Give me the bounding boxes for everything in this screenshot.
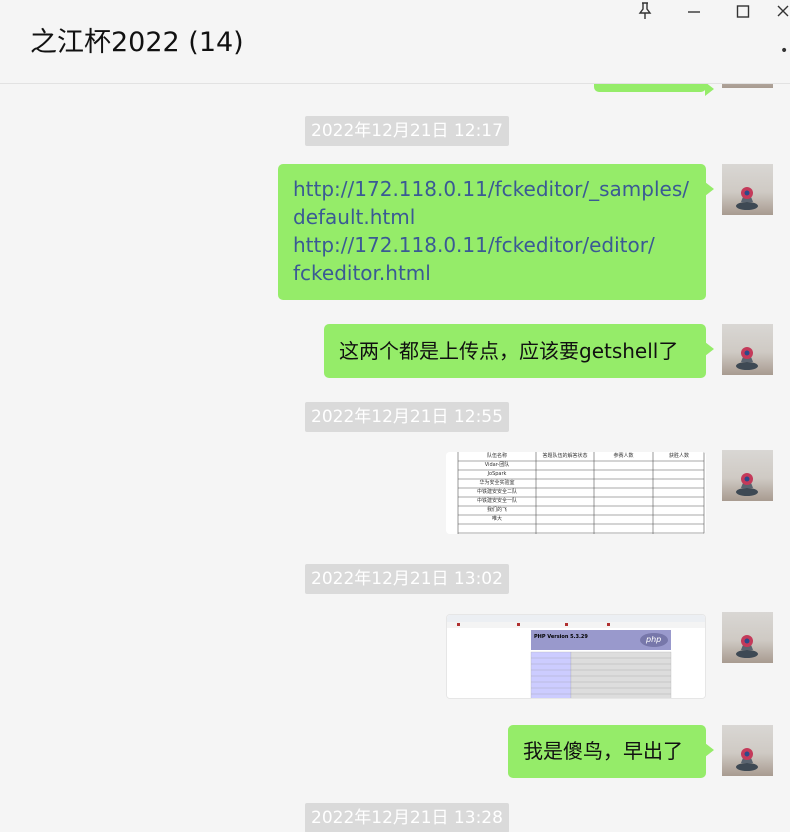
avatar[interactable] — [722, 324, 773, 375]
phpinfo-banner: PHP Version 5.3.29 — [534, 634, 588, 640]
table-cell: 中铁建安安全二队 — [476, 489, 517, 495]
avatar[interactable] — [722, 612, 773, 663]
message-bubble-previous[interactable] — [594, 84, 714, 96]
avatar[interactable] — [722, 450, 773, 501]
table-cell: 唯大 — [491, 516, 502, 522]
message-text: 我是傻鸟，早出了 — [523, 739, 683, 763]
chat-header: 之江杯2022 (14) • — [0, 0, 790, 84]
message-bubble-links[interactable]: http://172.118.0.11/fckeditor/_samples/ … — [278, 164, 714, 300]
timestamp: 2022年12月21日 12:17 — [305, 116, 509, 146]
table-header-cell: 获胜人数 — [668, 453, 689, 459]
table-cell: JoSpark — [487, 471, 507, 477]
maximize-icon[interactable] — [729, 0, 757, 22]
image-message-table[interactable]: 队伍名称 Vidar-团队 JoSpark 华为安全实验室 中铁建安安全二队 中… — [446, 452, 706, 534]
table-header-cell: 答题队伍的解答状态 — [542, 453, 588, 459]
pin-icon[interactable] — [631, 0, 659, 22]
chat-title: 之江杯2022 (14) — [30, 27, 244, 58]
table-cell: 中铁建安安全一队 — [476, 498, 517, 504]
message-bubble-text[interactable]: 我是傻鸟，早出了 — [508, 725, 714, 778]
message-bubble-text[interactable]: 这两个都是上传点，应该要getshell了 — [324, 324, 714, 378]
message-link[interactable]: default.html — [293, 203, 706, 231]
message-text: 这两个都是上传点，应该要getshell了 — [339, 339, 679, 363]
phpinfo-image — [447, 615, 705, 698]
minimize-icon[interactable] — [680, 0, 708, 22]
table-header-cell: 队伍名称 — [486, 453, 507, 459]
message-link[interactable]: fckeditor.html — [293, 259, 706, 287]
timestamp: 2022年12月21日 13:02 — [305, 564, 509, 594]
avatar[interactable] — [722, 725, 773, 776]
table-header-cell: 参赛人数 — [613, 453, 634, 459]
php-logo: php — [646, 635, 662, 644]
timestamp: 2022年12月21日 12:55 — [305, 402, 509, 432]
more-options-icon[interactable]: • — [780, 43, 788, 59]
message-link[interactable]: http://172.118.0.11/fckeditor/_samples/ — [293, 175, 706, 203]
table-cell: 我们的飞 — [486, 507, 507, 513]
image-message-phpinfo[interactable]: PHP Version 5.3.29 php — [446, 614, 706, 699]
avatar[interactable] — [722, 84, 773, 88]
message-link[interactable]: http://172.118.0.11/fckeditor/editor/ — [293, 231, 706, 259]
message-list[interactable]: 2022年12月21日 12:17 http://172.118.0.11/fc… — [0, 84, 790, 832]
avatar[interactable] — [722, 164, 773, 215]
table-cell: 华为安全实验室 — [479, 480, 515, 486]
timestamp: 2022年12月21日 13:28 — [305, 803, 509, 832]
table-cell: Vidar-团队 — [484, 462, 510, 468]
close-icon[interactable] — [776, 0, 790, 22]
